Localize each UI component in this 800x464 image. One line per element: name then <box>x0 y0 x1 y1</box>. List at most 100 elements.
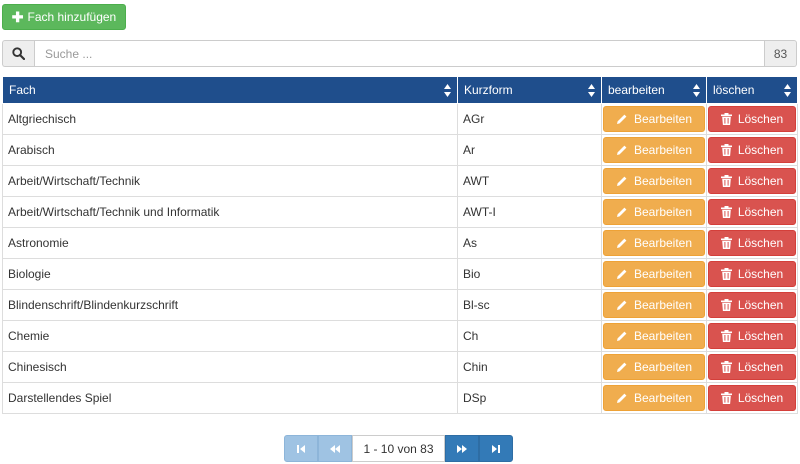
pencil-icon <box>616 207 627 217</box>
trash-icon <box>720 361 732 373</box>
subject-abbreviation: AWT-I <box>457 196 602 228</box>
first-page-button[interactable] <box>284 435 318 462</box>
sort-icon <box>444 84 451 97</box>
subject-abbreviation: As <box>457 227 602 259</box>
pagination: 1 - 10 von 83 <box>284 435 513 462</box>
edit-button-label: Bearbeiten <box>633 391 693 405</box>
table-row: Astronomie As Bearbeiten Löschen <box>2 227 798 259</box>
delete-button[interactable]: Löschen <box>708 230 796 256</box>
delete-button[interactable]: Löschen <box>708 106 796 132</box>
delete-button-label: Löschen <box>737 143 784 157</box>
column-header-kurzform[interactable]: Kurzform <box>457 76 602 104</box>
pencil-icon <box>616 238 627 248</box>
subject-abbreviation: Chin <box>457 351 602 383</box>
subject-abbreviation: Ch <box>457 320 602 352</box>
subject-abbreviation: AGr <box>457 103 602 135</box>
subject-name: Darstellendes Spiel <box>2 382 458 414</box>
delete-button-label: Löschen <box>737 112 784 126</box>
edit-button[interactable]: Bearbeiten <box>603 137 705 163</box>
trash-icon <box>720 237 732 249</box>
edit-button[interactable]: Bearbeiten <box>603 230 705 256</box>
column-header-fach[interactable]: Fach <box>2 76 458 104</box>
last-page-button[interactable] <box>479 435 513 462</box>
delete-button-label: Löschen <box>737 205 784 219</box>
subject-name: Arabisch <box>2 134 458 166</box>
delete-button-label: Löschen <box>737 174 784 188</box>
pencil-icon <box>616 114 627 124</box>
rewind-icon <box>330 444 340 453</box>
pencil-icon <box>616 362 627 372</box>
subject-name: Biologie <box>2 258 458 290</box>
subject-name: Chinesisch <box>2 351 458 383</box>
edit-button-label: Bearbeiten <box>633 143 693 157</box>
delete-button[interactable]: Löschen <box>708 385 796 411</box>
subject-abbreviation: AWT <box>457 165 602 197</box>
pencil-icon <box>616 145 627 155</box>
edit-button[interactable]: Bearbeiten <box>603 354 705 380</box>
edit-button-label: Bearbeiten <box>633 174 693 188</box>
next-page-button[interactable] <box>445 435 479 462</box>
edit-button[interactable]: Bearbeiten <box>603 106 705 132</box>
trash-icon <box>720 206 732 218</box>
delete-button[interactable]: Löschen <box>708 354 796 380</box>
pencil-icon <box>616 269 627 279</box>
sort-icon <box>588 84 595 97</box>
table-row: Arabisch Ar Bearbeiten Löschen <box>2 134 798 166</box>
edit-button[interactable]: Bearbeiten <box>603 323 705 349</box>
edit-button-label: Bearbeiten <box>633 329 693 343</box>
search-input[interactable] <box>34 40 765 67</box>
delete-button[interactable]: Löschen <box>708 261 796 287</box>
edit-button-label: Bearbeiten <box>633 298 693 312</box>
subject-abbreviation: DSp <box>457 382 602 414</box>
table-row: Blindenschrift/Blindenkurzschrift Bl-sc Be… <box>2 289 798 321</box>
table-row: Darstellendes Spiel DSp Bearbeiten Löschen <box>2 382 798 414</box>
column-header-bearbeiten[interactable]: bearbeiten <box>601 76 707 104</box>
table-header-row: Fach Kurzform bearbeiten löschen <box>2 76 798 104</box>
table-row: Chemie Ch Bearbeiten Löschen <box>2 320 798 352</box>
table-row: Altgriechisch AGr Bearbeiten Löschen <box>2 103 798 135</box>
subject-name: Chemie <box>2 320 458 352</box>
delete-button-label: Löschen <box>737 267 784 281</box>
last-page-icon <box>492 444 500 453</box>
add-subject-button[interactable]: ✚ Fach hinzufügen <box>2 4 126 30</box>
edit-button-label: Bearbeiten <box>633 112 693 126</box>
table-row: Biologie Bio Bearbeiten Löschen <box>2 258 798 290</box>
result-count: 83 <box>765 40 797 67</box>
trash-icon <box>720 330 732 342</box>
pencil-icon <box>616 393 627 403</box>
previous-page-button[interactable] <box>318 435 352 462</box>
delete-button[interactable]: Löschen <box>708 292 796 318</box>
pencil-icon <box>616 300 627 310</box>
subjects-table: Fach Kurzform bearbeiten löschen Altgrie… <box>2 76 798 414</box>
add-subject-label: Fach hinzufügen <box>27 10 117 24</box>
column-header-loeschen[interactable]: löschen <box>706 76 798 104</box>
page-info: 1 - 10 von 83 <box>352 435 445 462</box>
search-icon <box>12 47 25 60</box>
edit-button[interactable]: Bearbeiten <box>603 292 705 318</box>
delete-button-label: Löschen <box>737 329 784 343</box>
trash-icon <box>720 113 732 125</box>
edit-button[interactable]: Bearbeiten <box>603 261 705 287</box>
trash-icon <box>720 268 732 280</box>
trash-icon <box>720 144 732 156</box>
table-row: Chinesisch Chin Bearbeiten Löschen <box>2 351 798 383</box>
pencil-icon <box>616 176 627 186</box>
edit-button-label: Bearbeiten <box>633 267 693 281</box>
pencil-icon <box>616 331 627 341</box>
delete-button[interactable]: Löschen <box>708 199 796 225</box>
subject-abbreviation: Ar <box>457 134 602 166</box>
sort-icon <box>784 84 791 97</box>
fast-forward-icon <box>457 444 467 453</box>
edit-button[interactable]: Bearbeiten <box>603 385 705 411</box>
table-row: Arbeit/Wirtschaft/Technik und Informatik… <box>2 196 798 228</box>
delete-button[interactable]: Löschen <box>708 137 796 163</box>
plus-icon: ✚ <box>11 9 24 25</box>
delete-button-label: Löschen <box>737 360 784 374</box>
edit-button[interactable]: Bearbeiten <box>603 199 705 225</box>
delete-button-label: Löschen <box>737 236 784 250</box>
edit-button[interactable]: Bearbeiten <box>603 168 705 194</box>
delete-button-label: Löschen <box>737 298 784 312</box>
delete-button[interactable]: Löschen <box>708 168 796 194</box>
delete-button[interactable]: Löschen <box>708 323 796 349</box>
subject-name: Blindenschrift/Blindenkurzschrift <box>2 289 458 321</box>
